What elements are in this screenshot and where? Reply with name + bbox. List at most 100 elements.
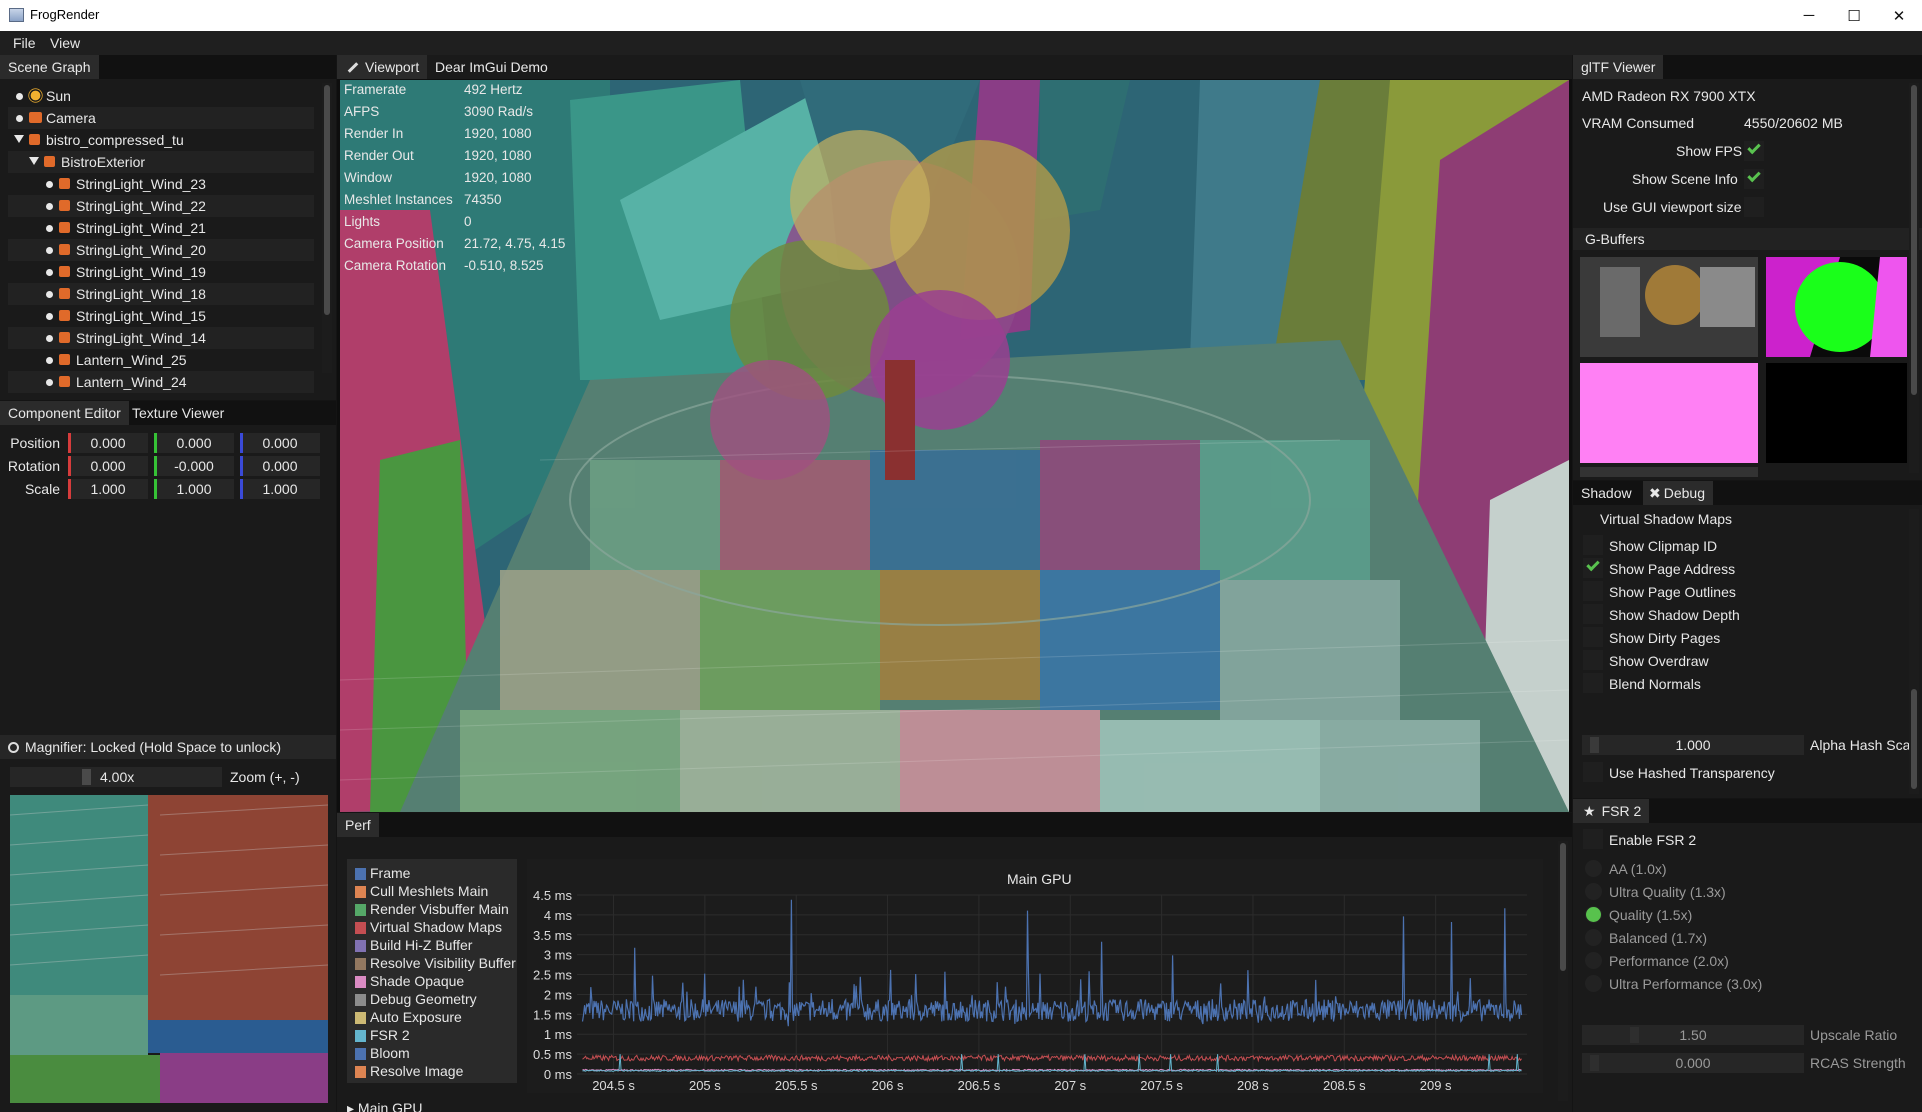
hashed-transparency-checkbox[interactable] [1583, 762, 1603, 782]
position-y-field[interactable]: 0.000 [154, 433, 234, 453]
legend-item[interactable]: Bloom [355, 1045, 515, 1063]
object-icon [59, 288, 70, 299]
scene-tree-item[interactable]: StringLight_Wind_15 [8, 305, 314, 327]
stat-value: 21.72, 4.75, 4.15 [464, 236, 566, 251]
use-gui-viewport-checkbox[interactable] [1744, 197, 1764, 217]
tab-gltf-viewer[interactable]: glTF Viewer [1573, 55, 1664, 79]
tab-texture-viewer[interactable]: Texture Viewer [124, 401, 232, 425]
stat-label: Camera Rotation [344, 258, 447, 273]
legend-swatch [355, 904, 366, 916]
scene-tree-item[interactable]: StringLight_Wind_19 [8, 261, 314, 283]
tab-perf[interactable]: Perf [337, 813, 379, 837]
tab-viewport-label: Viewport [365, 59, 420, 75]
perf-scrollbar[interactable] [1558, 841, 1568, 1101]
legend-label: Resolve Visibility Buffer [370, 955, 516, 971]
tab-viewport[interactable]: Viewport [337, 55, 428, 79]
y-tick-label: 3 ms [544, 948, 573, 963]
scene-tree-item[interactable]: StringLight_Wind_21 [8, 217, 314, 239]
scene-tree-label: StringLight_Wind_20 [76, 242, 206, 258]
checkmark-icon [1586, 557, 1600, 572]
show-fps-checkbox[interactable] [1744, 140, 1764, 161]
debug-option-checkbox[interactable] [1583, 557, 1603, 578]
scene-graph-scrollbar[interactable] [322, 83, 332, 373]
scene-tree-item[interactable]: Camera [8, 107, 314, 129]
scene-tree-item[interactable]: StringLight_Wind_20 [8, 239, 314, 261]
debug-option-checkbox[interactable] [1583, 627, 1603, 647]
menu-view[interactable]: View [50, 35, 80, 51]
scene-tree-item[interactable]: StringLight_Wind_23 [8, 173, 314, 195]
legend-item[interactable]: Virtual Shadow Maps [355, 919, 515, 937]
tab-fsr2[interactable]: ★ FSR 2 [1573, 799, 1650, 823]
collapsed-main-gpu-header[interactable]: ▸ Main GPU [347, 1100, 423, 1112]
scene-tree-item[interactable]: Lantern_Wind_24 [8, 371, 314, 393]
close-button[interactable]: ✕ [1876, 0, 1922, 31]
debug-option-label: Show Page Outlines [1609, 584, 1736, 600]
main-gpu-chart[interactable]: 0 ms 0.5 ms 1 ms 1.5 ms 2 ms 2.5 ms 3 ms 3.5 ms… [527, 859, 1543, 1093]
scene-tree-item[interactable]: Sun [8, 85, 314, 107]
hashed-transparency-label: Use Hashed Transparency [1609, 765, 1775, 781]
legend-item[interactable]: Render Visbuffer Main [355, 901, 515, 919]
fsr-mode-radio[interactable] [1585, 929, 1602, 946]
zoom-slider[interactable]: 4.00x [10, 767, 222, 787]
legend-item[interactable]: Resolve Image [355, 1063, 515, 1081]
expand-arrow-icon[interactable] [14, 135, 24, 143]
legend-item[interactable]: Build Hi-Z Buffer [355, 937, 515, 955]
menu-file[interactable]: File [13, 35, 36, 51]
legend-item[interactable]: Auto Exposure [355, 1009, 515, 1027]
debug-option-checkbox[interactable] [1583, 535, 1603, 555]
legend-item[interactable]: Resolve Visibility Buffer [355, 955, 516, 973]
scene-tree-label: StringLight_Wind_18 [76, 286, 206, 302]
position-x-field[interactable]: 0.000 [68, 433, 148, 453]
fsr-mode-radio[interactable] [1585, 975, 1602, 992]
fsr-mode-radio[interactable] [1585, 906, 1602, 923]
enable-fsr-checkbox[interactable] [1583, 829, 1603, 849]
scene-tree-item[interactable]: BistroExterior [8, 151, 314, 173]
legend-label: Virtual Shadow Maps [370, 919, 503, 935]
legend-item[interactable]: Frame [355, 865, 515, 883]
bullet-icon [46, 247, 53, 254]
fsr-mode-radio[interactable] [1585, 860, 1602, 877]
scene-tree-item[interactable]: bistro_compressed_tu [8, 129, 314, 151]
fsr-mode-radio[interactable] [1585, 883, 1602, 900]
scene-tree-item[interactable]: StringLight_Wind_14 [8, 327, 314, 349]
debug-option-checkbox[interactable] [1583, 604, 1603, 624]
fsr-mode-radio[interactable] [1585, 952, 1602, 969]
tab-scene-graph[interactable]: Scene Graph [0, 55, 99, 79]
gbuffers-header[interactable]: G-Buffers [1585, 231, 1645, 247]
debug-option-checkbox[interactable] [1583, 581, 1603, 601]
scene-tree-item[interactable]: StringLight_Wind_18 [8, 283, 314, 305]
scene-tree-item[interactable]: Lantern_Wind_25 [8, 349, 314, 371]
tab-component-editor[interactable]: Component Editor [0, 401, 129, 425]
rotation-x-field[interactable]: 0.000 [68, 456, 148, 476]
minimize-button[interactable]: ─ [1786, 0, 1832, 31]
scene-tree-item[interactable]: StringLight_Wind_22 [8, 195, 314, 217]
scale-z-field[interactable]: 1.000 [240, 479, 320, 499]
legend-item[interactable]: Debug Geometry [355, 991, 515, 1009]
legend-label: FSR 2 [370, 1027, 410, 1043]
alpha-hash-slider[interactable]: 1.000 [1582, 735, 1804, 755]
x-tick-label: 206.5 s [958, 1078, 1001, 1093]
rotation-z-field[interactable]: 0.000 [240, 456, 320, 476]
upscale-ratio-slider: 1.50 [1582, 1025, 1804, 1045]
gltf-scrollbar[interactable] [1909, 83, 1919, 473]
magnifier-icon [8, 742, 19, 753]
debug-scrollbar[interactable] [1909, 509, 1919, 794]
rotation-y-field[interactable]: -0.000 [154, 456, 234, 476]
show-scene-info-checkbox[interactable] [1744, 168, 1764, 189]
y-tick-label: 0 ms [544, 1067, 573, 1082]
tab-dear-imgui-demo[interactable]: Dear ImGui Demo [427, 55, 556, 79]
expand-arrow-icon[interactable] [29, 157, 39, 165]
magnifier-panel: Magnifier: Locked (Hold Space to unlock)… [0, 735, 336, 1112]
scale-x-field[interactable]: 1.000 [68, 479, 148, 499]
legend-item[interactable]: Shade Opaque [355, 973, 515, 991]
scale-y-field[interactable]: 1.000 [154, 479, 234, 499]
debug-option-checkbox[interactable] [1583, 673, 1603, 693]
debug-option-label: Show Clipmap ID [1609, 538, 1718, 554]
legend-item[interactable]: Cull Meshlets Main [355, 883, 515, 901]
maximize-button[interactable]: ☐ [1831, 0, 1877, 31]
tab-shadow[interactable]: Shadow [1573, 481, 1640, 505]
position-z-field[interactable]: 0.000 [240, 433, 320, 453]
legend-item[interactable]: FSR 2 [355, 1027, 515, 1045]
tab-debug[interactable]: ✖ Debug [1643, 481, 1713, 505]
debug-option-checkbox[interactable] [1583, 650, 1603, 670]
